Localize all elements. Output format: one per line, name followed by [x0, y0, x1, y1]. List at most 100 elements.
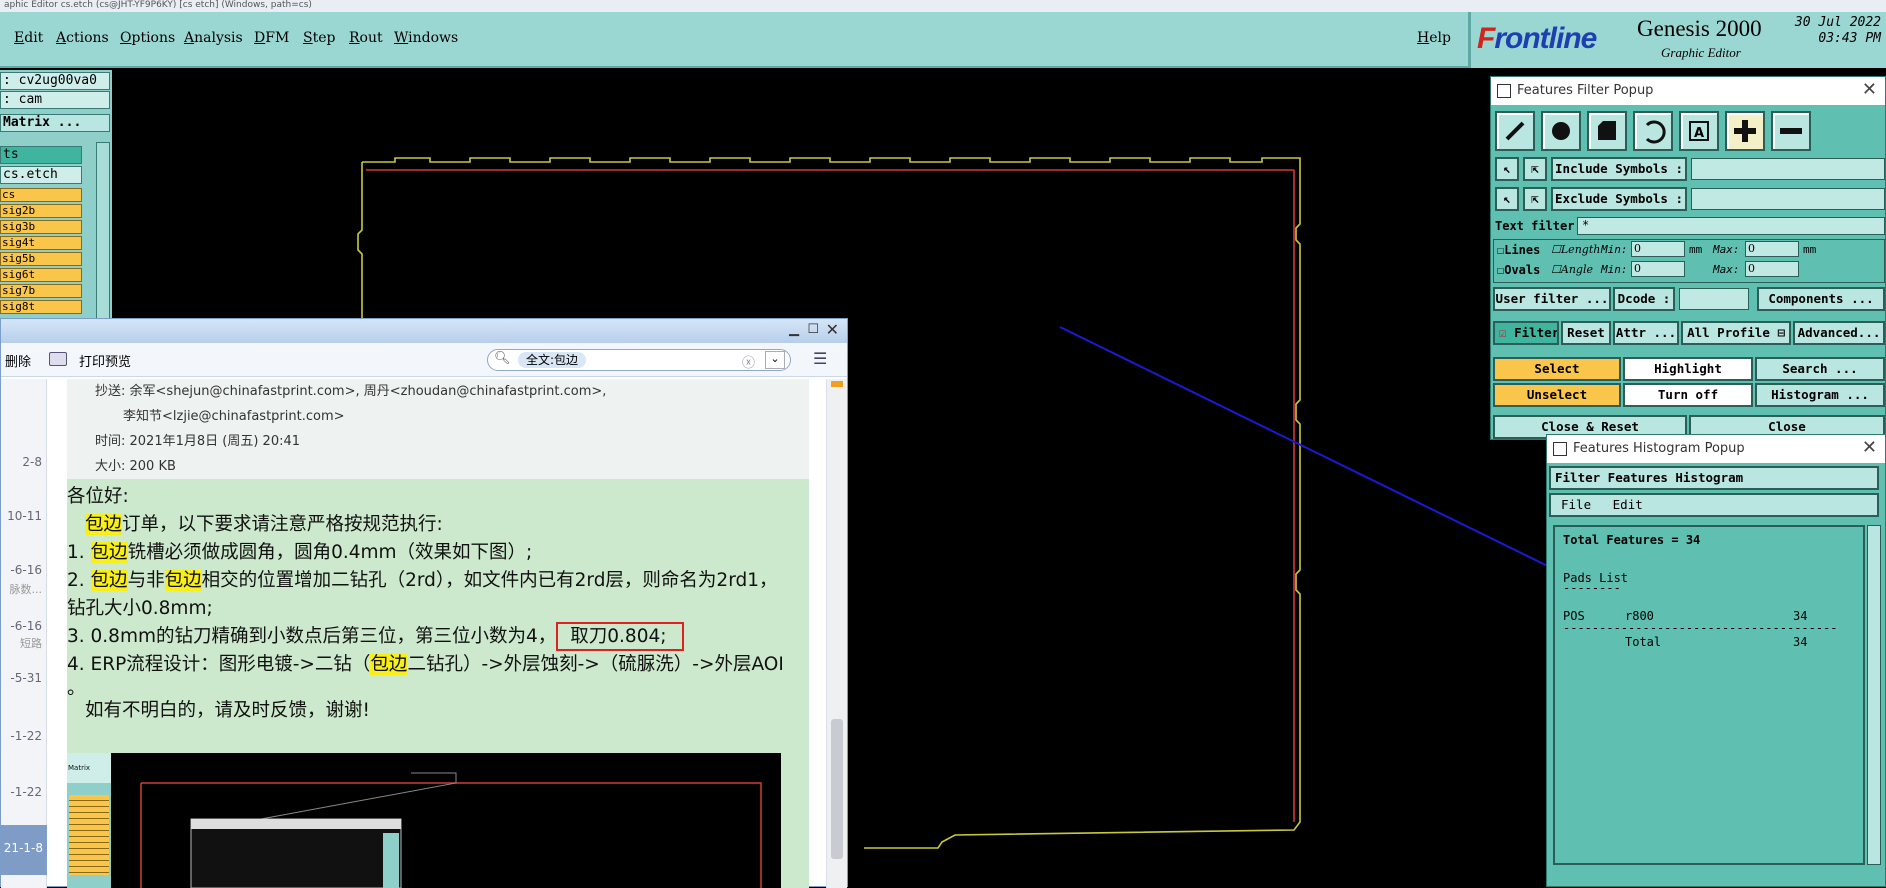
profile-select[interactable]: All Profile ⊟: [1681, 321, 1791, 345]
highlight-button[interactable]: Highlight: [1623, 357, 1753, 381]
text-filter-field[interactable]: *: [1577, 217, 1885, 235]
keyword-highlight: 包边: [90, 570, 128, 591]
total-features: Total Features = 34: [1563, 533, 1701, 547]
text-tool-icon[interactable]: A: [1679, 111, 1719, 151]
histogram-button[interactable]: Histogram ...: [1755, 383, 1885, 407]
include-symbols-button[interactable]: Include Symbols :: [1551, 157, 1687, 181]
popup-title: Features Filter Popup: [1491, 77, 1885, 105]
include-pick-icon[interactable]: ↖: [1495, 157, 1519, 181]
angle-min-field[interactable]: 0: [1631, 261, 1685, 277]
components-button[interactable]: Components ...: [1757, 287, 1885, 311]
minimize-icon[interactable]: ▁: [789, 322, 799, 337]
body-line: 4. ERP流程设计：图形电镀->二钻（包边二钻孔）->外层蚀刻->（硫脲洗）-…: [67, 654, 784, 675]
include-symbols-field[interactable]: [1691, 158, 1885, 180]
delete-button[interactable]: 删除: [5, 351, 31, 370]
dcode-field[interactable]: [1679, 288, 1749, 310]
exclude-pick2-icon[interactable]: ⇱: [1523, 187, 1547, 211]
advanced-button[interactable]: Advanced...: [1793, 321, 1885, 345]
mail-list-pane[interactable]: 2-8 10-11 -6-16 脉数... -6-16 短路 -5-31 -1-…: [1, 379, 47, 888]
scroll-thumb[interactable]: [831, 719, 843, 859]
length-max-field[interactable]: 0: [1745, 241, 1799, 257]
menu-analysis[interactable]: Analysis: [184, 30, 243, 46]
menu-edit[interactable]: Edit: [14, 30, 43, 46]
filter-toggle[interactable]: ☑ Filter: [1493, 321, 1559, 345]
check-icon: ☑: [1499, 325, 1507, 340]
body-line: 1. 包边铣槽必须做成圆角，圆角0.4mm（效果如下图）;: [67, 542, 533, 563]
features-filter-popup: Features Filter Popup ✕ A ↖ ⇱ Include Sy…: [1490, 76, 1886, 440]
list-snippet: 脉数...: [9, 583, 43, 596]
menu-edit[interactable]: Edit: [1613, 497, 1643, 512]
embedded-screenshot[interactable]: Matrix: [67, 753, 781, 888]
printer-icon[interactable]: [49, 352, 67, 366]
menu-dfm[interactable]: DFM: [254, 30, 289, 46]
keyword-highlight: 包边: [90, 542, 128, 563]
search-button[interactable]: Search ...: [1755, 357, 1885, 381]
maximize-icon[interactable]: ☐: [807, 322, 819, 337]
arc-tool-icon[interactable]: [1633, 111, 1673, 151]
exclude-symbols-field[interactable]: [1691, 188, 1885, 210]
include-pick2-icon[interactable]: ⇱: [1523, 157, 1547, 181]
product-subtitle: Graphic Editor: [1661, 45, 1741, 60]
positive-polarity-icon[interactable]: [1725, 111, 1765, 151]
menu-rout[interactable]: Rout: [349, 30, 383, 46]
unselect-button[interactable]: Unselect: [1493, 383, 1621, 407]
cc-line2[interactable]: 李知节<lzjie@chinafastprint.com>: [95, 404, 809, 429]
body-line: 。: [67, 678, 86, 699]
email-time: 时间: 2021年1月8日 (周五) 20:41: [95, 434, 301, 449]
window-title: aphic Editor cs.etch (cs@JHT-YF9P6KY) [c…: [0, 0, 1886, 12]
print-preview-button[interactable]: 打印预览: [79, 351, 131, 370]
line-tool-icon[interactable]: [1495, 111, 1535, 151]
menu-windows[interactable]: Windows: [394, 30, 458, 46]
ovals-checkbox[interactable]: ☐Ovals: [1497, 263, 1540, 277]
pad-tool-icon[interactable]: [1541, 111, 1581, 151]
cc-line1[interactable]: 余军<shejun@chinafastprint.com>, 周丹<zhouda…: [130, 384, 607, 399]
list-icon[interactable]: ☰: [813, 349, 827, 368]
negative-polarity-icon[interactable]: [1771, 111, 1811, 151]
close-icon[interactable]: ✕: [1862, 437, 1877, 458]
select-button[interactable]: Select: [1493, 357, 1621, 381]
close-icon[interactable]: ✕: [1862, 79, 1877, 100]
body-line: 如有不明白的，请及时反馈，谢谢!: [85, 700, 370, 721]
length-min-field[interactable]: 0: [1631, 241, 1685, 257]
thumb-canvas: [140, 772, 762, 888]
lines-checkbox[interactable]: ☐Lines: [1497, 243, 1540, 257]
keyword-highlight: 包边: [370, 654, 408, 675]
email-size: 大小: 200 KB: [95, 459, 176, 474]
menu-step[interactable]: Step: [303, 30, 335, 46]
exclude-symbols-button[interactable]: Exclude Symbols :: [1551, 187, 1687, 211]
menu-file[interactable]: File: [1561, 497, 1591, 512]
menu-options[interactable]: Options: [120, 30, 175, 46]
histogram-scrollbar[interactable]: [1867, 525, 1881, 865]
date-time: 30 Jul 2022 03:43 PM: [1781, 15, 1881, 47]
search-box[interactable]: 🔍︎ 全文:包边 ⓧ: [487, 349, 791, 371]
menu-help[interactable]: Help: [1417, 30, 1451, 46]
clear-icon[interactable]: ⓧ: [742, 352, 755, 371]
angle-checkbox[interactable]: ☐Angle: [1551, 263, 1593, 276]
attr-button[interactable]: Attr ...: [1613, 321, 1679, 345]
email-window: ▁ ☐ ✕ 删除 打印预览 🔍︎ 全文:包边 ⓧ ⌄ ☰ 2-8 10-11 -…: [0, 318, 848, 888]
date: 30 Jul 2022: [1794, 15, 1881, 30]
dcode-button[interactable]: Dcode :: [1613, 287, 1675, 311]
close-icon[interactable]: ✕: [826, 320, 839, 339]
histogram-list[interactable]: Total Features = 34 Pads List -------- P…: [1553, 525, 1865, 865]
thumb-layers: [69, 795, 109, 875]
turn-off-button[interactable]: Turn off: [1623, 383, 1753, 407]
chevron-down-icon[interactable]: ⌄: [765, 351, 785, 369]
histogram-header: Filter Features Histogram: [1549, 466, 1879, 490]
features-histogram-popup: Features Histogram Popup ✕ Filter Featur…: [1546, 434, 1886, 887]
email-scrollbar[interactable]: [826, 379, 847, 888]
reset-button[interactable]: Reset: [1561, 321, 1611, 345]
product-name: Genesis 2000: [1637, 16, 1762, 41]
exclude-pick-icon[interactable]: ↖: [1495, 187, 1519, 211]
red-box-highlight: 取刀0.804;: [556, 622, 685, 651]
list-date: -6-16: [10, 563, 42, 577]
search-tag[interactable]: 全文:包边: [518, 352, 587, 368]
list-date-selected[interactable]: 21-1-8: [1, 825, 47, 875]
length-checkbox[interactable]: ☐Length: [1551, 243, 1600, 256]
menu-actions[interactable]: Actions: [56, 30, 109, 46]
surface-tool-icon[interactable]: [1587, 111, 1627, 151]
user-filter-button[interactable]: User filter ...: [1493, 287, 1611, 311]
angle-max-field[interactable]: 0: [1745, 261, 1799, 277]
window-icon: [1553, 442, 1567, 456]
min-label: Min:: [1601, 243, 1628, 256]
